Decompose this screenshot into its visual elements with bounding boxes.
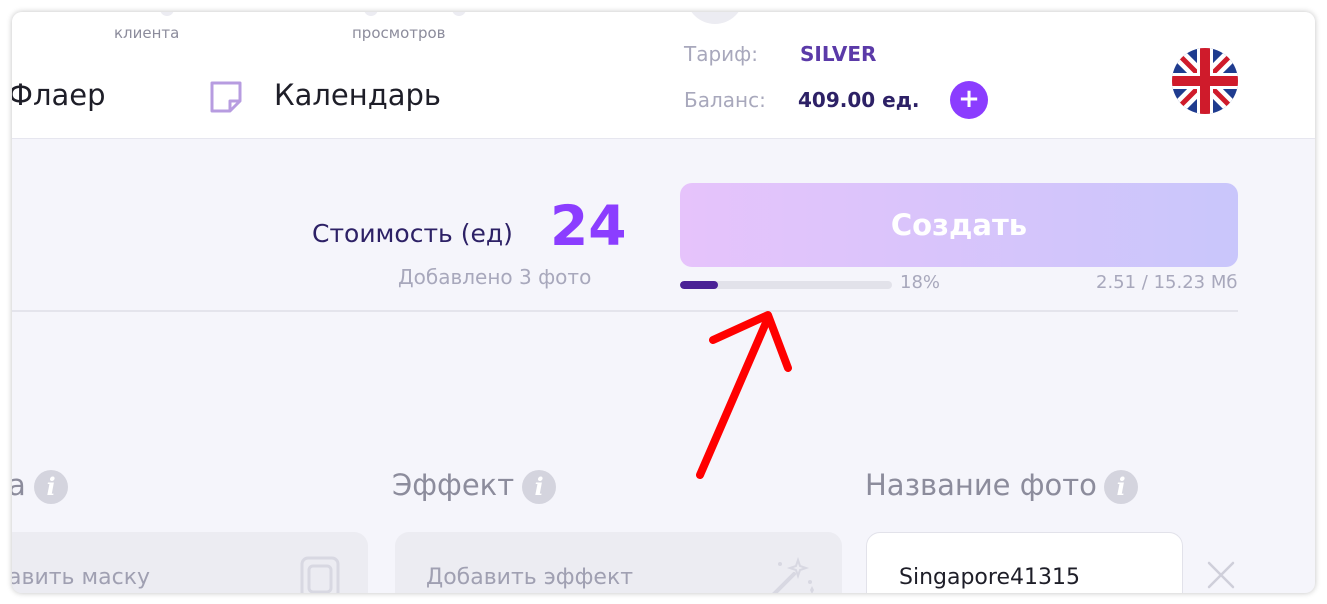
add-balance-button[interactable]: + (950, 81, 988, 119)
upload-progress-fill (680, 281, 719, 289)
nav-item-flyer[interactable]: Флаер (12, 78, 106, 112)
app-window: клиента просмотров Флаер Календарь Тариф… (12, 12, 1315, 593)
mask-label: а (12, 468, 26, 502)
nav-item-calendar[interactable]: Календарь (274, 78, 441, 112)
effect-label: Эффект (392, 468, 515, 502)
info-icon[interactable]: i (522, 470, 556, 504)
upload-size-text: 2.51 / 15.23 Мб (1096, 272, 1238, 293)
top-label-views: просмотров (352, 24, 446, 42)
plus-icon: + (958, 84, 980, 114)
avatar[interactable] (686, 12, 744, 24)
photos-added-text: Добавлено 3 фото (398, 265, 592, 289)
effect-placeholder: Добавить эффект (426, 565, 634, 590)
top-nav-icon (452, 12, 466, 16)
top-nav-icon (160, 12, 174, 16)
divider (12, 310, 1238, 312)
top-label-client: клиента (114, 24, 180, 42)
photo-name-value[interactable]: Singapore41315 (899, 565, 1080, 590)
top-nav-icon (364, 12, 378, 16)
sticky-note-icon (210, 81, 242, 113)
balance-value: 409.00 ед. (798, 88, 920, 112)
balance-label: Баланс: (684, 88, 766, 112)
info-icon[interactable]: i (1104, 470, 1138, 504)
photo-name-label: Название фото (865, 468, 1097, 502)
tariff-label: Тариф: (684, 42, 759, 66)
close-icon[interactable] (1206, 560, 1236, 590)
info-icon[interactable]: i (34, 470, 68, 504)
tariff-value: SILVER (800, 42, 877, 66)
cost-value: 24 (550, 194, 627, 258)
upload-progress-bar (680, 281, 892, 289)
create-button[interactable]: Создать (680, 183, 1238, 267)
mask-frame-icon (300, 556, 340, 593)
upload-progress-percent: 18% (900, 272, 941, 293)
header: клиента просмотров Флаер Календарь Тариф… (12, 12, 1315, 139)
uk-flag-icon[interactable] (1171, 47, 1239, 115)
mask-placeholder: авить маску (12, 565, 151, 590)
cost-label: Стоимость (ед) (312, 219, 513, 248)
magic-wand-icon (772, 556, 814, 593)
